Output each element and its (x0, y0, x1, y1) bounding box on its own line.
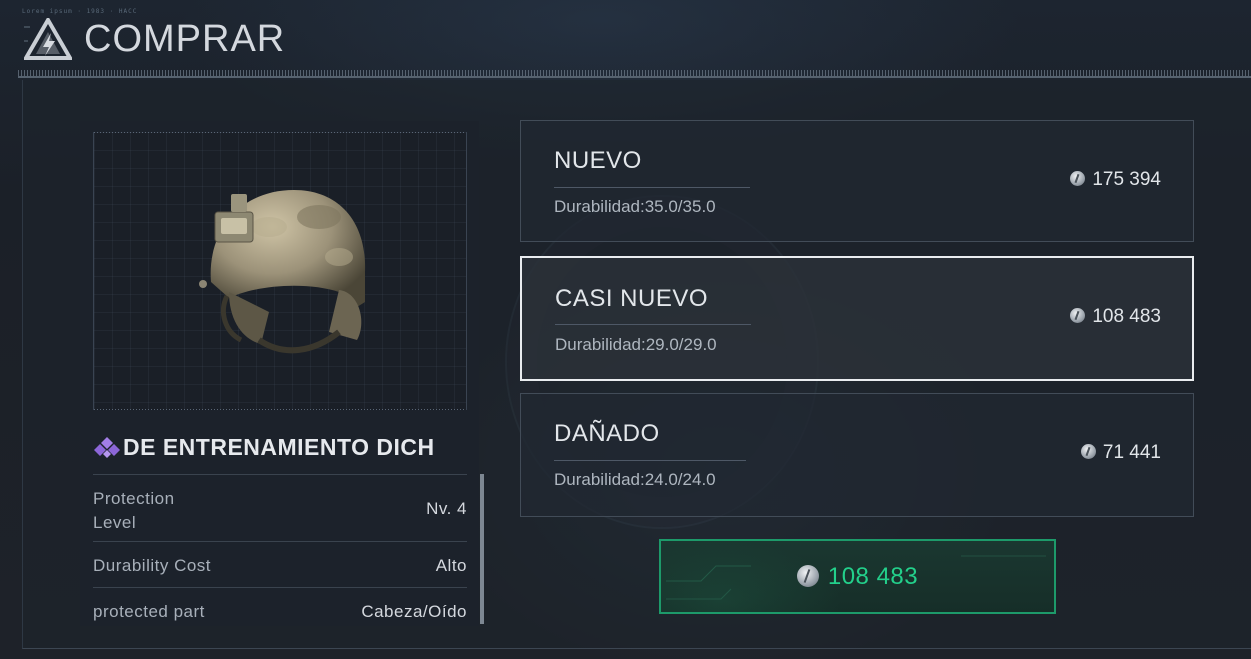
item-preview (93, 132, 467, 410)
option-price-row: 175 394 (1070, 169, 1161, 191)
stat-row-protection-level: Protection Level Nv. 4 (93, 474, 467, 541)
buy-button[interactable]: 108 483 (659, 539, 1056, 614)
helmet-image (199, 190, 366, 354)
item-name-row: DE ENTRENAMIENTO DICH (93, 432, 465, 462)
coin-icon (796, 565, 819, 587)
option-name: DAÑADO (554, 420, 660, 447)
stat-row-durability-cost: Durability Cost Alto (93, 541, 467, 587)
option-durability: Durabilidad:29.0/29.0 (555, 335, 717, 354)
option-divider (554, 187, 750, 188)
coin-icon (1070, 308, 1086, 323)
option-name: CASI NUEVO (555, 285, 709, 312)
option-price-row: 108 483 (1070, 306, 1161, 328)
item-name: DE ENTRENAMIENTO DICH (123, 434, 435, 460)
buy-price: 108 483 (827, 563, 919, 590)
buy-price-row: 108 483 (661, 563, 1054, 591)
rarity-diamond-icon (94, 437, 120, 458)
coin-icon (1070, 171, 1086, 186)
item-stats: Protection Level Nv. 4 Durability Cost A… (93, 474, 467, 628)
header-divider-bar (18, 76, 1251, 78)
option-casi-nuevo[interactable]: CASI NUEVO Durabilidad:29.0/29.0 108 483 (520, 256, 1194, 381)
option-durability: Durabilidad:35.0/35.0 (554, 197, 716, 216)
option-divider (555, 324, 751, 325)
option-price-row: 71 441 (1080, 442, 1161, 464)
stat-row-protected-part: protected part Cabeza/Oído (93, 587, 467, 628)
option-price: 108 483 (1092, 306, 1161, 327)
stat-value: Cabeza/Oído (361, 602, 467, 621)
page-title: COMPRAR (84, 18, 286, 60)
option-name: NUEVO (554, 147, 642, 174)
stat-value: Nv. 4 (426, 499, 467, 518)
option-divider (554, 460, 746, 461)
option-danado[interactable]: DAÑADO Durabilidad:24.0/24.0 71 441 (520, 393, 1194, 517)
stat-label: Protection Level (93, 489, 175, 532)
logo-icon (24, 18, 72, 60)
header: Lorem ipsum · 1983 · HACC COMPRAR (0, 0, 1251, 70)
stat-value: Alto (435, 556, 467, 575)
stats-scrollbar[interactable] (480, 474, 484, 624)
coin-icon (1080, 444, 1096, 459)
option-nuevo[interactable]: NUEVO Durabilidad:35.0/35.0 175 394 (520, 120, 1194, 242)
option-durability: Durabilidad:24.0/24.0 (554, 470, 716, 489)
stat-label: Durability Cost (93, 556, 212, 575)
option-price: 175 394 (1092, 169, 1161, 190)
option-price: 71 441 (1102, 442, 1161, 463)
stat-label: protected part (93, 602, 205, 621)
